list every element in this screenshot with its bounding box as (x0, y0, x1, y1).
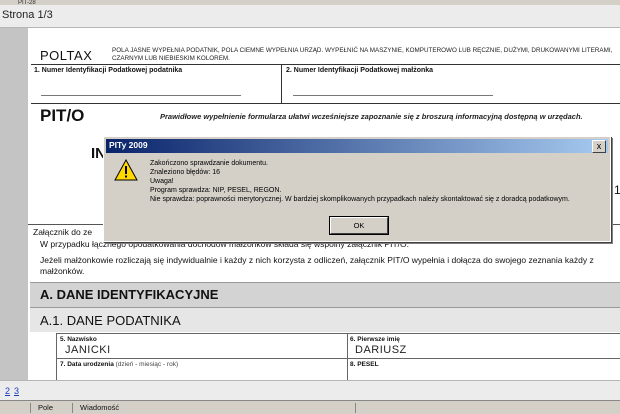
dialog-title: PITy 2009 (109, 140, 148, 150)
nip-taxpayer-field[interactable] (41, 89, 241, 96)
divider (347, 334, 348, 358)
section-a1-header: A.1. DANE PODATNIKA (30, 308, 620, 332)
surname-field[interactable]: JANICKI (65, 344, 111, 356)
surname-label: 5. Nazwisko (60, 336, 97, 343)
fill-instructions: POLA JASNE WYPEŁNIA PODATNIK, POLA CIEMN… (112, 47, 613, 62)
divider (355, 403, 356, 413)
birth-date-label: 7. Data urodzenia (dzień - miesiąc - rok… (60, 361, 178, 368)
warning-icon (114, 159, 138, 181)
status-field-label: Pole (38, 403, 54, 412)
form-note: Prawidłowe wypełnienie formularza ułatwi… (160, 112, 583, 121)
dialog-message: Zakończono sprawdzanie dokumentu. Znalez… (150, 159, 570, 204)
nip-spouse-field[interactable] (293, 89, 493, 96)
status-bar: Pole Wiadomość (0, 400, 620, 414)
nip-taxpayer-label: 1. Numer Identyfikacji Podatkowej podatn… (34, 67, 183, 74)
birth-row: 7. Data urodzenia (dzień - miesiąc - rok… (56, 358, 620, 380)
birth-date-label-text: 7. Data urodzenia (60, 361, 114, 368)
field-fragment: 1 (614, 183, 620, 197)
form-code: PIT/O (40, 106, 85, 125)
validation-dialog[interactable]: PITy 2009 x Zakończono sprawdzanie dokum… (103, 136, 611, 242)
first-name-label: 6. Pierwsze imię (350, 336, 400, 343)
message-line-3: Uwaga! (150, 178, 174, 185)
ok-button[interactable]: OK (329, 216, 389, 235)
left-gutter (0, 28, 28, 380)
first-name-field[interactable]: DARIUSZ (355, 344, 407, 356)
page-link-2[interactable]: 2 (5, 386, 10, 396)
divider (347, 359, 348, 380)
dialog-titlebar[interactable]: PITy 2009 x (106, 139, 608, 153)
poltax-label: POLTAX (40, 48, 93, 63)
attachment-line-1: Załącznik do ze (33, 227, 93, 237)
close-button[interactable]: x (592, 140, 606, 153)
birth-date-hint: (dzień - miesiąc - rok) (115, 361, 179, 368)
nip-spouse-label: 2. Numer Identyfikacji Podatkowej małżon… (286, 67, 434, 74)
divider (281, 65, 282, 103)
section-a-header: A. DANE IDENTYFIKACYJNE (30, 282, 620, 308)
status-message-label: Wiadomość (80, 403, 120, 412)
divider (30, 403, 31, 413)
page-indicator: Strona 1/3 (2, 9, 53, 21)
name-row: 5. Nazwisko JANICKI 6. Pierwsze imię DAR… (56, 333, 620, 358)
attachment-line-3: Jeżeli małżonkowie rozliczają się indywi… (40, 255, 594, 276)
section-a1-title: A.1. DANE PODATNIKA (40, 313, 181, 328)
pesel-label: 8. PESEL (350, 361, 379, 368)
page-indicator-bar: Strona 1/3 (0, 5, 620, 28)
message-line-2: Znaleziono błędów: 16 (150, 169, 221, 176)
page-link-3[interactable]: 3 (14, 386, 19, 396)
page-navigation: 2 3 (0, 380, 620, 401)
message-line-4: Program sprawdza: NIP, PESEL, REGON. (150, 187, 282, 194)
nip-row: 1. Numer Identyfikacji Podatkowej podatn… (31, 64, 620, 104)
section-a-title: A. DANE IDENTYFIKACYJNE (40, 287, 219, 302)
divider (72, 403, 73, 413)
message-line-5: Nie sprawdza: poprawności merytorycznej.… (150, 196, 570, 203)
message-line-1: Zakończono sprawdzanie dokumentu. (150, 160, 268, 167)
